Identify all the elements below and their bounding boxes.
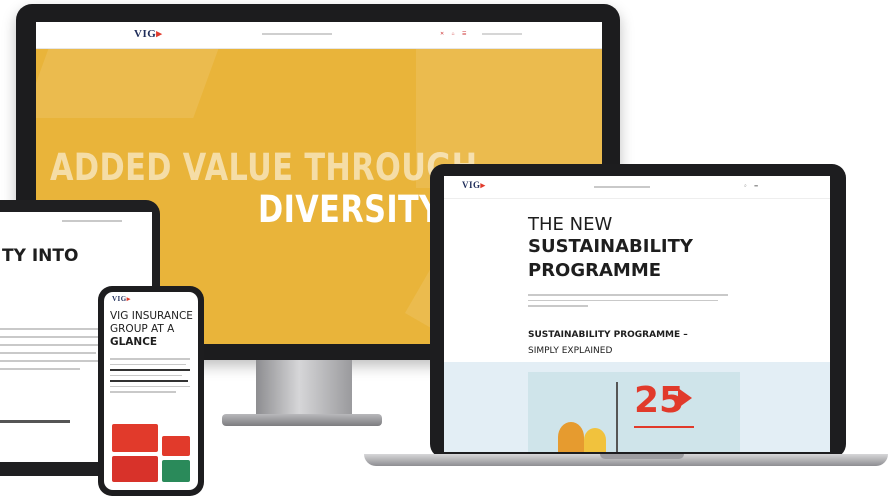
laptop-screen: VIG▸ ⌕ ☰ THE NEW SUSTAINABILITY PROGRAMM… bbox=[444, 176, 830, 452]
vig-logo[interactable]: VIG▸ bbox=[462, 180, 486, 191]
stat-tile[interactable] bbox=[112, 456, 158, 482]
laptop-title-line1: THE NEW bbox=[528, 214, 613, 235]
tablet-link-placeholder[interactable] bbox=[0, 420, 70, 423]
stat-tile[interactable] bbox=[112, 424, 158, 452]
laptop-title-line3: PROGRAMME bbox=[528, 260, 662, 281]
leaf-illustration bbox=[558, 422, 584, 452]
laptop-site-header: VIG▸ ⌕ ☰ bbox=[444, 176, 830, 199]
stat-tile[interactable] bbox=[162, 436, 190, 456]
header-menu-placeholder[interactable] bbox=[482, 33, 522, 35]
video-caption-placeholder bbox=[634, 426, 694, 428]
video-number-25: 25 bbox=[634, 380, 685, 421]
laptop-section-title: SUSTAINABILITY PROGRAMME – bbox=[528, 330, 688, 340]
header-icons[interactable]: ✕ ⌂ ☰ bbox=[440, 31, 469, 37]
hero-heading-line1: ADDED VALUE THROUGH bbox=[50, 146, 478, 189]
monitor-stand-base bbox=[222, 414, 382, 426]
laptop-intro-placeholder bbox=[528, 294, 728, 307]
laptop-section-subtitle: SIMPLY EXPLAINED bbox=[528, 346, 613, 356]
laptop-header-title-placeholder bbox=[594, 186, 650, 188]
desktop-site-header: VIG▸ ✕ ⌂ ☰ bbox=[36, 22, 602, 49]
laptop-title-line2: SUSTAINABILITY bbox=[528, 236, 693, 257]
header-title-placeholder bbox=[262, 33, 332, 35]
hero-heading-line2: DIVERSITY bbox=[258, 188, 442, 231]
video-divider bbox=[616, 382, 618, 452]
phone-heading-line1: VIG INSURANCE bbox=[110, 310, 193, 322]
phone-screen: VIG▸ VIG INSURANCE GROUP AT A GLANCE bbox=[104, 292, 198, 490]
monitor-stand-neck bbox=[256, 360, 352, 418]
vig-logo[interactable]: VIG▸ bbox=[112, 295, 131, 303]
play-arrow-icon[interactable] bbox=[678, 388, 692, 408]
tablet-heading: TY INTO bbox=[2, 246, 79, 266]
laptop-notch bbox=[600, 454, 684, 459]
sustainability-video-thumbnail[interactable]: 25 bbox=[528, 372, 740, 452]
hero-decor-shape bbox=[36, 48, 219, 118]
laptop-header-icons[interactable]: ⌕ ☰ bbox=[744, 183, 761, 189]
phone-heading-line2: GROUP AT A bbox=[110, 323, 175, 335]
stat-tile[interactable] bbox=[162, 460, 190, 482]
tablet-nav-placeholder bbox=[62, 220, 122, 222]
leaf-illustration bbox=[584, 428, 606, 452]
tablet-paragraph-placeholder bbox=[0, 328, 110, 370]
phone-paragraph-placeholder bbox=[110, 358, 190, 393]
phone-heading-line3: GLANCE bbox=[110, 336, 158, 348]
vig-logo[interactable]: VIG▸ bbox=[134, 27, 162, 40]
